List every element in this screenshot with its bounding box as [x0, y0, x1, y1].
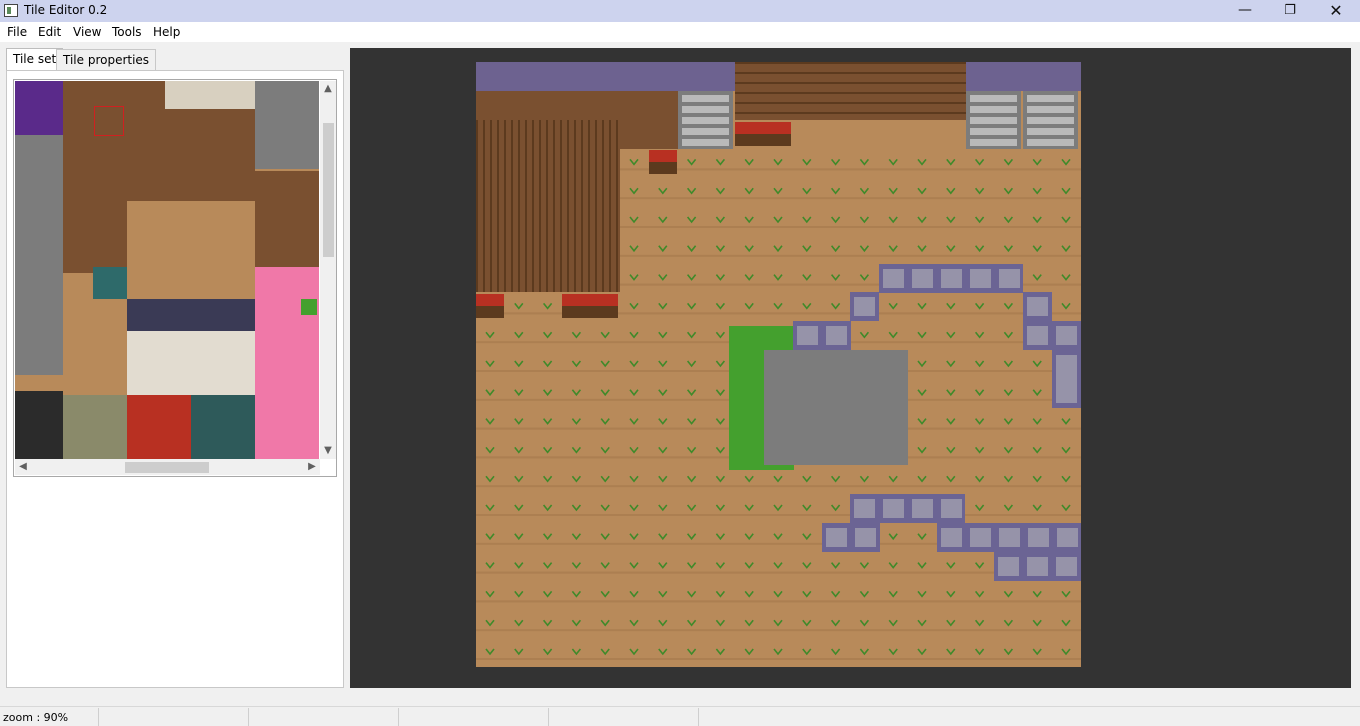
app-icon — [4, 4, 18, 17]
scroll-up-icon[interactable]: ▲ — [320, 81, 336, 97]
status-divider — [548, 708, 549, 726]
scroll-left-icon[interactable]: ◀ — [15, 459, 31, 475]
selected-tile-marker — [94, 106, 124, 136]
horizontal-scrollbar[interactable]: ◀ ▶ — [15, 459, 320, 475]
status-divider — [98, 708, 99, 726]
close-button[interactable]: ✕ — [1313, 0, 1359, 22]
tab-tile-set[interactable]: Tile set — [6, 48, 64, 71]
scroll-down-icon[interactable]: ▼ — [320, 443, 336, 459]
tileset-view[interactable]: ▲ ▼ ◀ ▶ — [13, 79, 337, 477]
menu-file[interactable]: File — [7, 25, 27, 39]
status-divider — [698, 708, 699, 726]
zoom-level: zoom : 90% — [3, 711, 69, 724]
window-title: Tile Editor 0.2 — [24, 3, 108, 17]
menu-view[interactable]: View — [73, 25, 101, 39]
horizontal-scroll-thumb[interactable] — [125, 462, 209, 473]
vertical-scroll-thumb[interactable] — [323, 123, 334, 257]
menu-edit[interactable]: Edit — [38, 25, 61, 39]
tab-tile-properties[interactable]: Tile properties — [56, 49, 157, 71]
restore-button[interactable]: ❐ — [1267, 0, 1313, 22]
map-canvas[interactable] — [476, 62, 1081, 667]
tileset-image[interactable] — [15, 81, 319, 459]
menu-tools[interactable]: Tools — [112, 25, 142, 39]
title-bar: Tile Editor 0.2 — ❐ ✕ — [0, 0, 1360, 22]
tile-set-page: ▲ ▼ ◀ ▶ — [6, 70, 344, 688]
scroll-right-icon[interactable]: ▶ — [304, 459, 320, 475]
tileset-panel: Tile set Tile properties ▲ ▼ ◀ ▶ — [6, 48, 344, 688]
map-view[interactable] — [350, 48, 1351, 688]
vertical-scrollbar[interactable]: ▲ ▼ — [320, 81, 336, 459]
menu-help[interactable]: Help — [153, 25, 180, 39]
status-bar: zoom : 90% — [0, 706, 1360, 726]
status-divider — [248, 708, 249, 726]
status-divider — [398, 708, 399, 726]
menu-bar: File Edit View Tools Help — [0, 22, 1360, 42]
minimize-button[interactable]: — — [1222, 0, 1268, 22]
